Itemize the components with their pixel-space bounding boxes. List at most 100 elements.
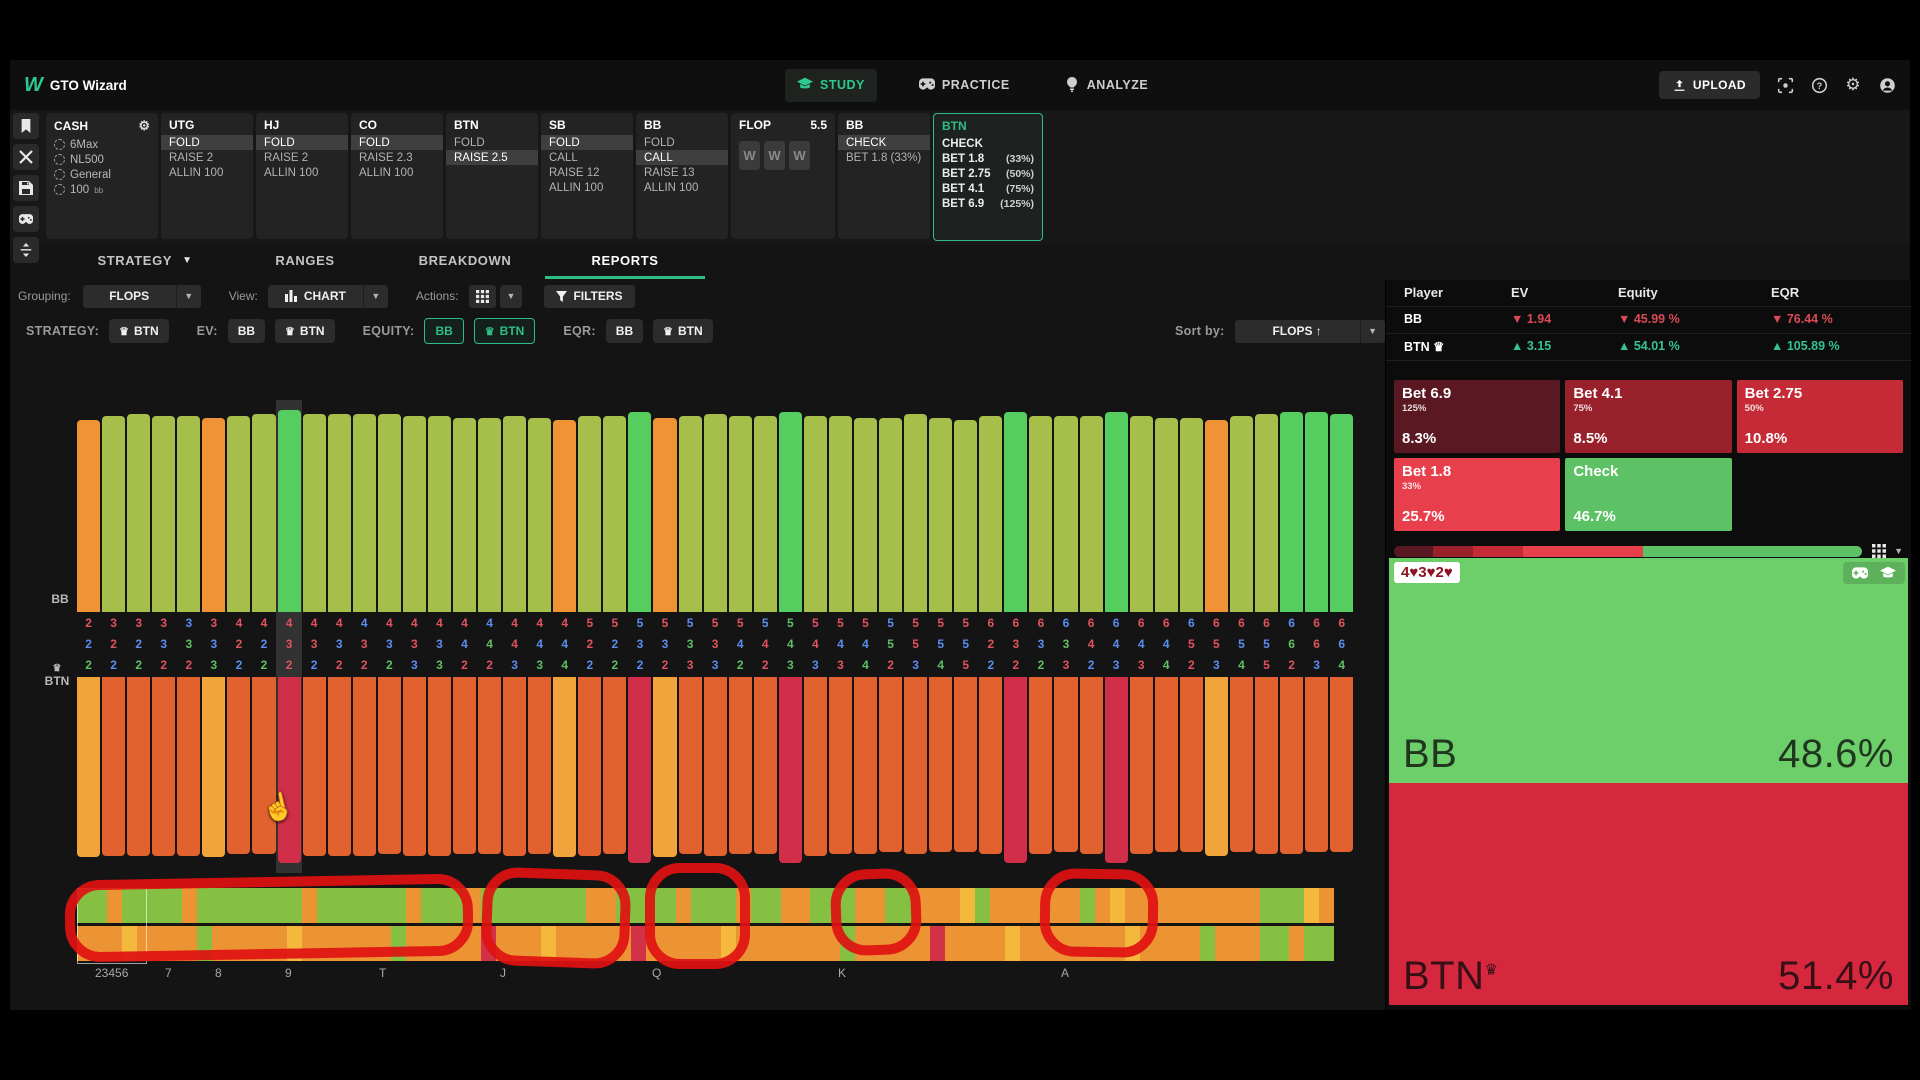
- action-box-bet-4-1[interactable]: Bet 4.175%8.5%: [1565, 380, 1731, 453]
- flop-label-532[interactable]: 532: [653, 612, 676, 677]
- btn-strategy-bar-542[interactable]: [729, 677, 752, 854]
- btn-strategy-bar-543[interactable]: [779, 677, 802, 863]
- bb-strategy-bar-663[interactable]: [1305, 412, 1328, 612]
- bb-strategy-bar-554[interactable]: [929, 418, 952, 612]
- flop-label-333[interactable]: 333: [202, 612, 225, 677]
- flop-label-544[interactable]: 544: [854, 612, 877, 677]
- flop-label-552[interactable]: 552: [879, 612, 902, 677]
- btn-strategy-bar-332[interactable]: [152, 677, 175, 856]
- flop-label-553[interactable]: 553: [904, 612, 927, 677]
- flop-label-432[interactable]: 432: [378, 612, 401, 677]
- btn-strategy-bar-543[interactable]: [829, 677, 852, 854]
- btn-strategy-bar-532[interactable]: [653, 677, 676, 857]
- flop-label-663[interactable]: 663: [1305, 612, 1328, 677]
- flop-label-642[interactable]: 642: [1080, 612, 1103, 677]
- bb-strategy-bar-633[interactable]: [1054, 416, 1077, 612]
- btn-strategy-bar-542[interactable]: [754, 677, 777, 854]
- bb-strategy-bar-432[interactable]: [328, 414, 351, 612]
- bb-strategy-bar-643[interactable]: [1105, 412, 1128, 612]
- btn-strategy-bar-552[interactable]: [879, 677, 902, 852]
- flop-label-432[interactable]: 432: [353, 612, 376, 677]
- btn-strategy-bar-522[interactable]: [603, 677, 626, 854]
- flop-label-533[interactable]: 533: [704, 612, 727, 677]
- bb-strategy-bar-542[interactable]: [754, 416, 777, 612]
- btn-strategy-bar-554[interactable]: [929, 677, 952, 852]
- bb-strategy-bar-544[interactable]: [854, 418, 877, 612]
- btn-strategy-bar-533[interactable]: [679, 677, 702, 854]
- bb-strategy-bar-442[interactable]: [453, 418, 476, 612]
- bb-strategy-bar-332[interactable]: [177, 416, 200, 612]
- btn-strategy-bar-322[interactable]: [102, 677, 125, 856]
- flop-label-332[interactable]: 332: [177, 612, 200, 677]
- btn-strategy-bar-432[interactable]: [353, 677, 376, 856]
- settings-gear-icon[interactable]: ⚙: [1844, 76, 1862, 94]
- btn-strategy-bar-533[interactable]: [704, 677, 727, 856]
- bb-strategy-bar-332[interactable]: [152, 416, 175, 612]
- btn-strategy-bar-433[interactable]: [403, 677, 426, 856]
- bb-strategy-bar-443[interactable]: [503, 416, 526, 612]
- bb-strategy-bar-322[interactable]: [127, 414, 150, 612]
- flop-label-532[interactable]: 532: [628, 612, 651, 677]
- btn-strategy-bar-432[interactable]: [303, 677, 326, 856]
- flop-label-542[interactable]: 542: [754, 612, 777, 677]
- screen-scan-icon[interactable]: [1776, 76, 1794, 94]
- flop-label-322[interactable]: 322: [127, 612, 150, 677]
- study-cap-icon[interactable]: [1880, 565, 1896, 581]
- bb-strategy-bar-632[interactable]: [1029, 416, 1052, 612]
- view-select[interactable]: CHART ▼: [268, 285, 388, 308]
- flop-label-653[interactable]: 653: [1205, 612, 1228, 677]
- btn-strategy-bar-432[interactable]: [328, 677, 351, 856]
- grouping-select[interactable]: FLOPS ▼: [83, 285, 201, 308]
- bb-strategy-bar-533[interactable]: [679, 416, 702, 612]
- bb-strategy-bar-532[interactable]: [628, 412, 651, 612]
- btn-strategy-bar-522[interactable]: [578, 677, 601, 856]
- tab-ranges[interactable]: RANGES: [225, 245, 385, 279]
- bb-strategy-bar-642[interactable]: [1080, 416, 1103, 612]
- btn-strategy-bar-433[interactable]: [428, 677, 451, 856]
- action-box-bet-6-9[interactable]: Bet 6.9125%8.3%: [1394, 380, 1560, 453]
- flop-label-543[interactable]: 543: [804, 612, 827, 677]
- bb-strategy-bar-432[interactable]: [278, 410, 301, 612]
- minimap-viewport[interactable]: [77, 888, 147, 964]
- bb-strategy-bar-542[interactable]: [729, 416, 752, 612]
- flop-label-442[interactable]: 442: [478, 612, 501, 677]
- btn-strategy-bar-444[interactable]: [553, 677, 576, 857]
- tab-breakdown[interactable]: BREAKDOWN: [385, 245, 545, 279]
- toggle-ev-btn[interactable]: ♛BTN: [275, 319, 335, 343]
- flop-label-643[interactable]: 643: [1130, 612, 1153, 677]
- bb-strategy-bar-644[interactable]: [1155, 418, 1178, 612]
- bb-strategy-bar-422[interactable]: [252, 414, 275, 612]
- actions-caret-button[interactable]: ▼: [500, 285, 523, 308]
- bb-strategy-bar-553[interactable]: [904, 414, 927, 612]
- btn-strategy-bar-653[interactable]: [1205, 677, 1228, 856]
- btn-strategy-bar-643[interactable]: [1105, 677, 1128, 863]
- flop-label-332[interactable]: 332: [152, 612, 175, 677]
- btn-strategy-bar-422[interactable]: [227, 677, 250, 854]
- tab-strategy[interactable]: STRATEGY▼: [65, 245, 225, 279]
- bb-strategy-bar-422[interactable]: [227, 416, 250, 612]
- btn-strategy-bar-553[interactable]: [904, 677, 927, 854]
- flop-label-664[interactable]: 664: [1330, 612, 1353, 677]
- bb-strategy-bar-522[interactable]: [578, 416, 601, 612]
- flop-label-442[interactable]: 442: [453, 612, 476, 677]
- flop-label-444[interactable]: 444: [553, 612, 576, 677]
- bb-strategy-bar-222[interactable]: [77, 420, 100, 612]
- btn-strategy-bar-332[interactable]: [177, 677, 200, 856]
- tab-reports[interactable]: REPORTS: [545, 245, 705, 279]
- btn-strategy-bar-543[interactable]: [804, 677, 827, 856]
- btn-strategy-bar-632[interactable]: [1004, 677, 1027, 863]
- bb-strategy-bar-662[interactable]: [1280, 412, 1303, 612]
- bb-strategy-bar-442[interactable]: [478, 418, 501, 612]
- toggle-strategy-btn[interactable]: ♛BTN: [109, 319, 169, 343]
- bb-strategy-bar-632[interactable]: [1004, 412, 1027, 612]
- flop-label-433[interactable]: 433: [428, 612, 451, 677]
- btn-strategy-bar-622[interactable]: [979, 677, 1002, 854]
- btn-strategy-bar-333[interactable]: [202, 677, 225, 857]
- flop-label-543[interactable]: 543: [779, 612, 802, 677]
- bb-strategy-bar-333[interactable]: [202, 418, 225, 612]
- bb-strategy-bar-652[interactable]: [1180, 418, 1203, 612]
- toggle-equity-btn[interactable]: ♛BTN: [474, 318, 536, 344]
- flop-label-654[interactable]: 654: [1230, 612, 1253, 677]
- btn-strategy-bar-642[interactable]: [1080, 677, 1103, 854]
- bb-strategy-bar-543[interactable]: [829, 416, 852, 612]
